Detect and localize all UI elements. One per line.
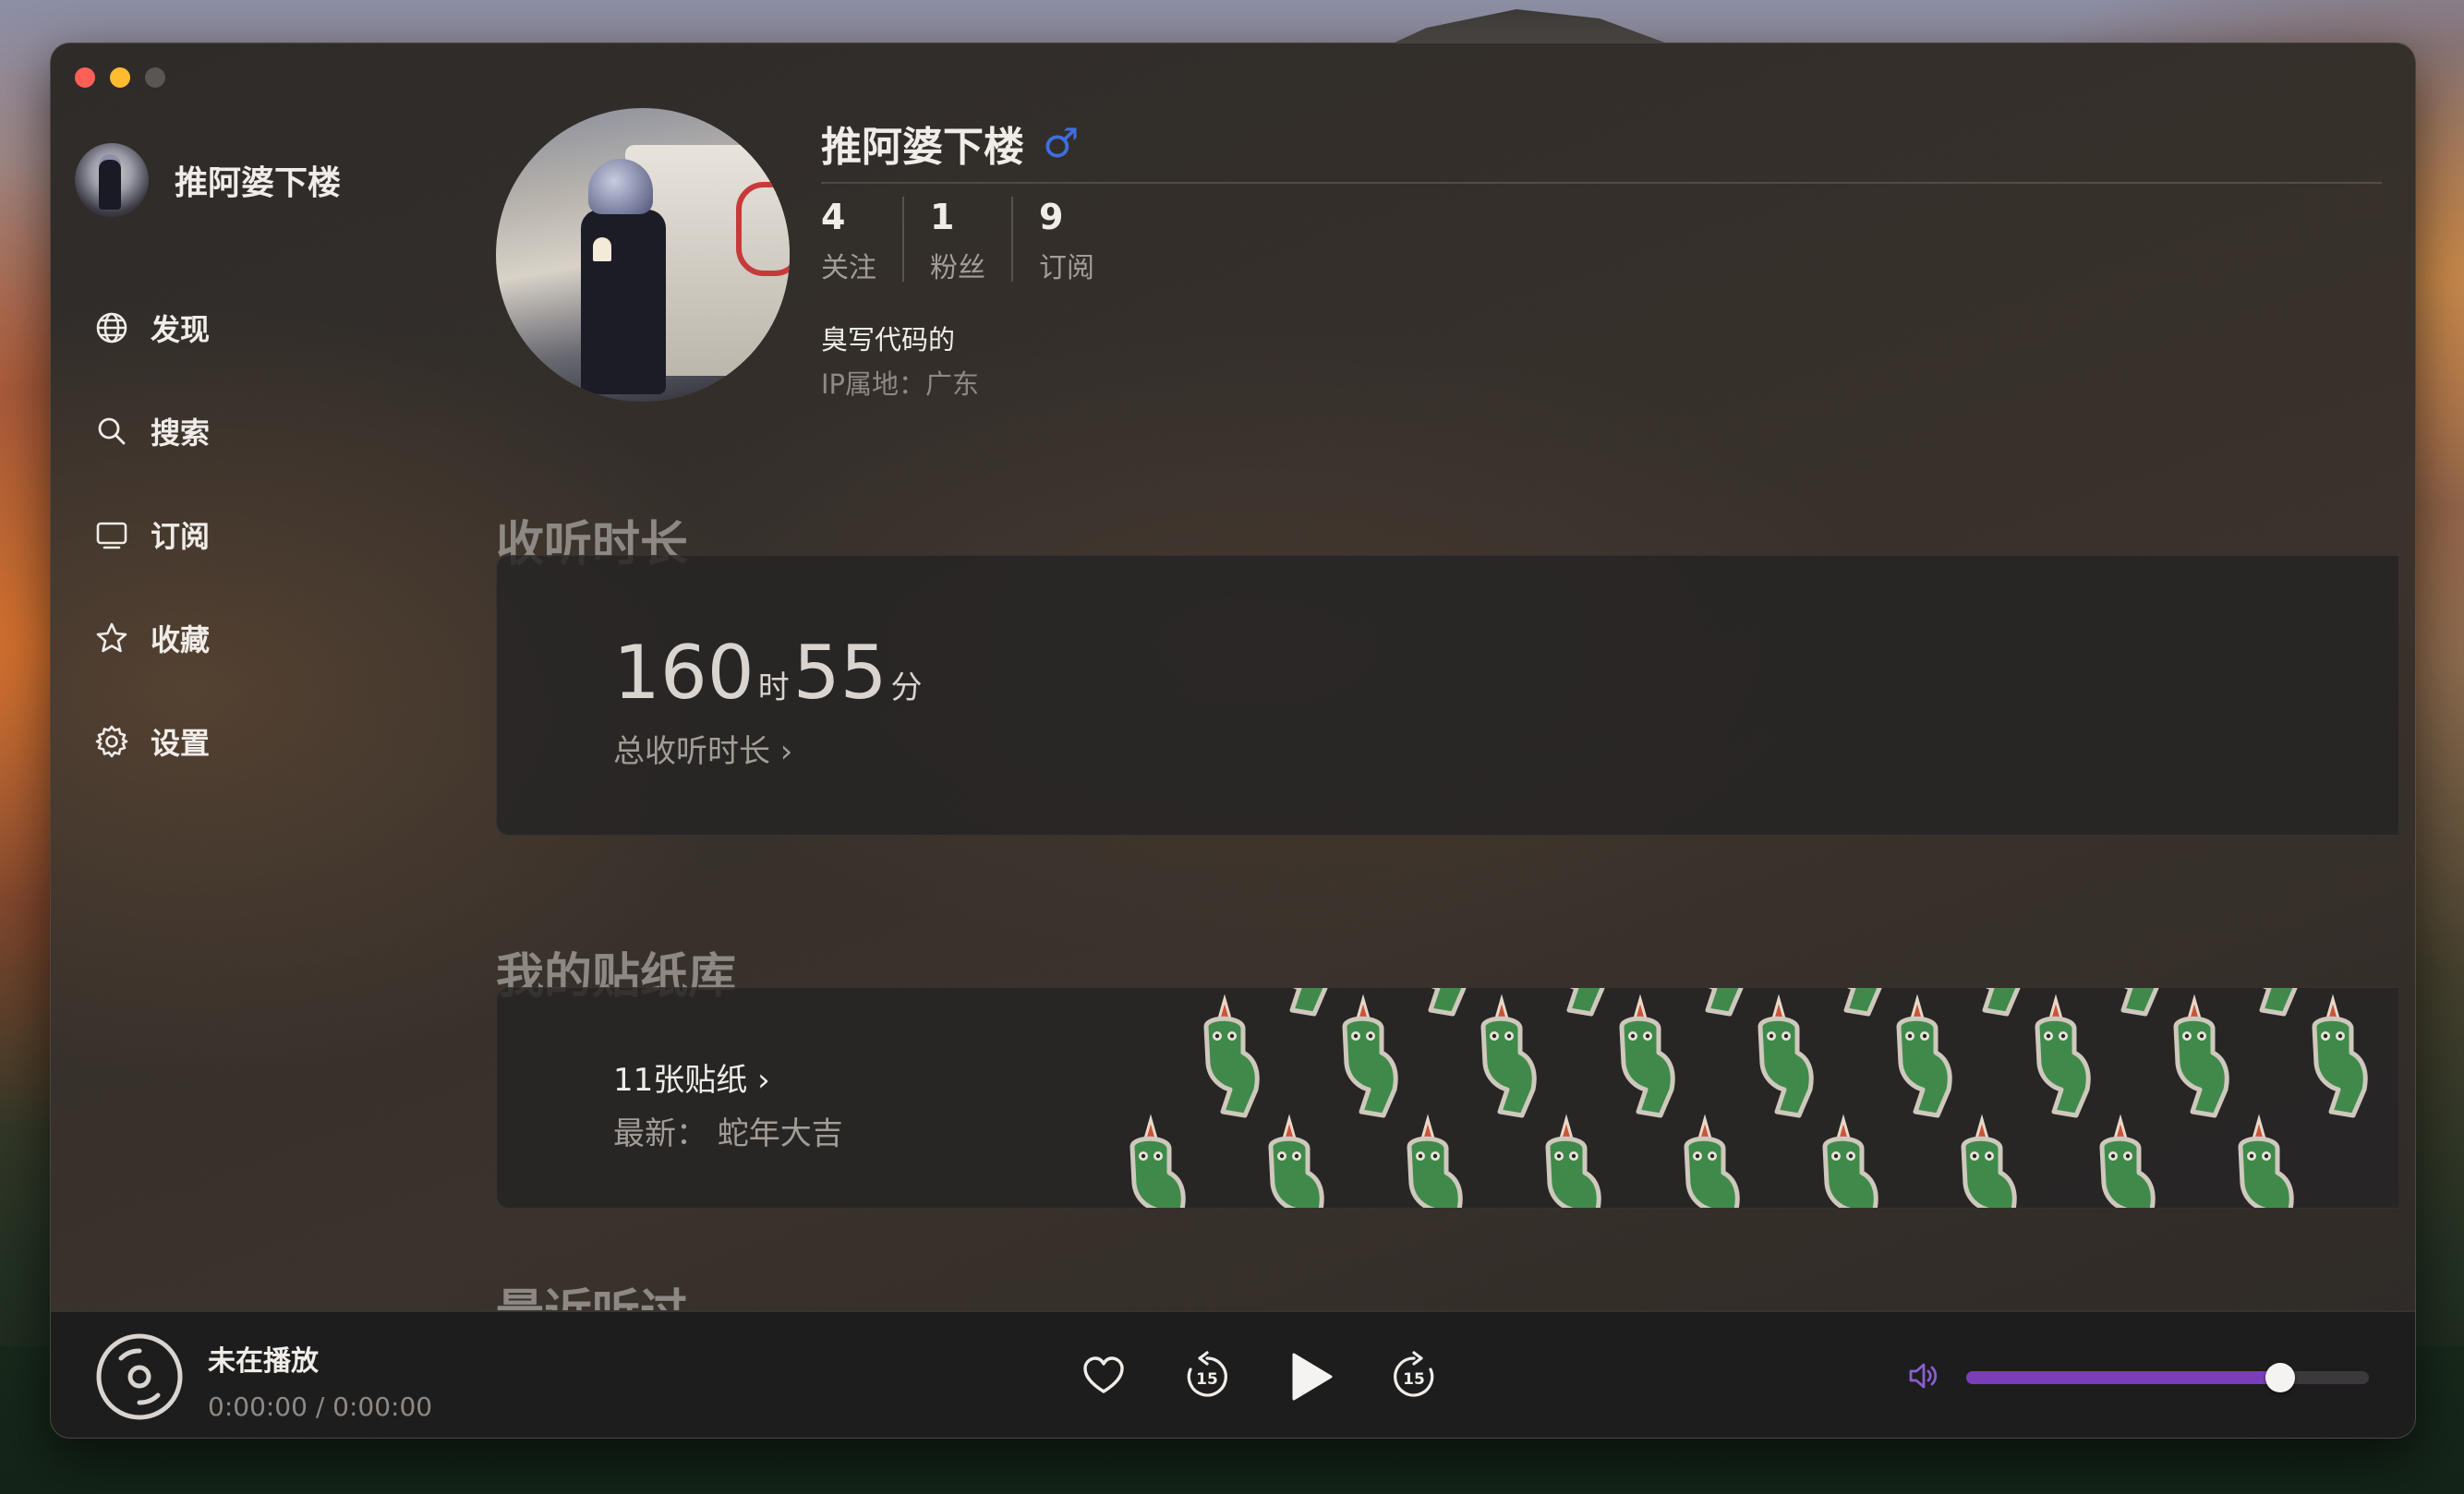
sidebar-user-name[interactable]: 推阿婆下楼 [175,156,341,204]
sidebar-item-favorites[interactable]: 收藏 [93,586,210,690]
rewind-15-icon[interactable]: 15 [1179,1349,1235,1404]
sidebar-item-label: 收藏 [151,622,211,657]
profile-stats: 4 关注 1 粉丝 9 订阅 [821,197,1146,284]
volume-slider-fill [1966,1371,2281,1384]
sidebar-item-label: 订阅 [151,519,211,554]
stat-following[interactable]: 4 关注 [821,197,904,284]
disc-icon [96,1333,183,1420]
tv-icon [96,522,127,549]
listening-time-card[interactable]: 160 时 55 分 总收听时长 › [496,555,2398,836]
stat-subscriptions[interactable]: 9 订阅 [1039,197,1120,284]
gear-icon [95,725,128,758]
profile-avatar[interactable] [496,108,790,402]
star-icon [96,622,127,653]
play-icon[interactable] [1281,1347,1340,1406]
duration-minutes: 55 [792,630,888,716]
total-listening-link[interactable]: 总收听时长 › [613,726,792,771]
stat-label: 关注 [821,252,876,284]
player-bar: 未在播放 0:00:00 / 0:00:00 15 15 [51,1310,2415,1438]
minimize-window-button[interactable] [110,67,130,88]
sticker-pattern-image [1106,988,2398,1208]
stat-followers[interactable]: 1 粉丝 [930,197,1013,284]
stat-label: 订阅 [1039,252,1094,284]
duration-hours: 160 [613,630,755,716]
search-icon [98,417,126,445]
sticker-latest: 最新： 蛇年大吉 [613,1115,843,1152]
svg-text:15: 15 [1403,1370,1425,1389]
male-gender-icon: ♂ [1043,119,1080,167]
app-window: 推阿婆下楼 发现 搜索 订阅 收藏 设置 推阿婆下楼 ♂ 4 关注 1 粉丝 9… [50,42,2416,1439]
duration-hours-unit: 时 [757,669,790,706]
profile-name: 推阿婆下楼 ♂ [821,114,1079,173]
close-window-button[interactable] [75,67,95,88]
sidebar-item-settings[interactable]: 设置 [93,690,210,793]
heart-icon[interactable] [1076,1349,1131,1404]
globe-icon [96,312,127,343]
profile-name-text: 推阿婆下楼 [821,124,1024,171]
sidebar-item-label: 发现 [151,312,211,347]
forward-15-icon[interactable]: 15 [1386,1349,1442,1404]
zoom-window-button[interactable] [145,67,165,88]
stat-value: 9 [1039,197,1064,237]
sidebar-item-subscriptions[interactable]: 订阅 [93,483,210,586]
sidebar-item-label: 设置 [151,726,211,761]
avatar[interactable] [75,143,149,217]
volume-slider-thumb[interactable] [2265,1363,2296,1392]
stat-value: 1 [930,197,955,237]
duration-minutes-unit: 分 [890,669,923,706]
listening-duration: 160 时 55 分 [613,630,926,716]
sidebar-item-discover[interactable]: 发现 [93,276,210,380]
section-title-recent: 最近听过 [496,1273,688,1310]
sidebar-item-label: 搜索 [151,416,211,451]
sidebar-item-search[interactable]: 搜索 [93,380,210,483]
stat-label: 粉丝 [930,252,985,284]
divider [821,182,2382,184]
sticker-library-card[interactable]: 11张贴纸 › 最新： 蛇年大吉 [496,987,2398,1209]
sticker-count-link[interactable]: 11张贴纸 › [613,1054,770,1100]
now-playing-time: 0:00:00 / 0:00:00 [208,1392,433,1422]
now-playing-title: 未在播放 [208,1345,319,1378]
stat-value: 4 [821,197,846,237]
svg-text:15: 15 [1196,1370,1218,1389]
sidebar-user[interactable]: 推阿婆下楼 [75,143,341,217]
main-content: 推阿婆下楼 ♂ 4 关注 1 粉丝 9 订阅 臭写代码的 IP属地：广东 收听时… [448,43,2398,1310]
sidebar-nav: 发现 搜索 订阅 收藏 设置 [93,276,210,793]
volume-slider[interactable] [1966,1363,2369,1392]
profile-bio: 臭写代码的 [821,324,956,355]
profile-ip-location: IP属地：广东 [821,368,980,400]
volume-icon[interactable] [1905,1358,1940,1393]
